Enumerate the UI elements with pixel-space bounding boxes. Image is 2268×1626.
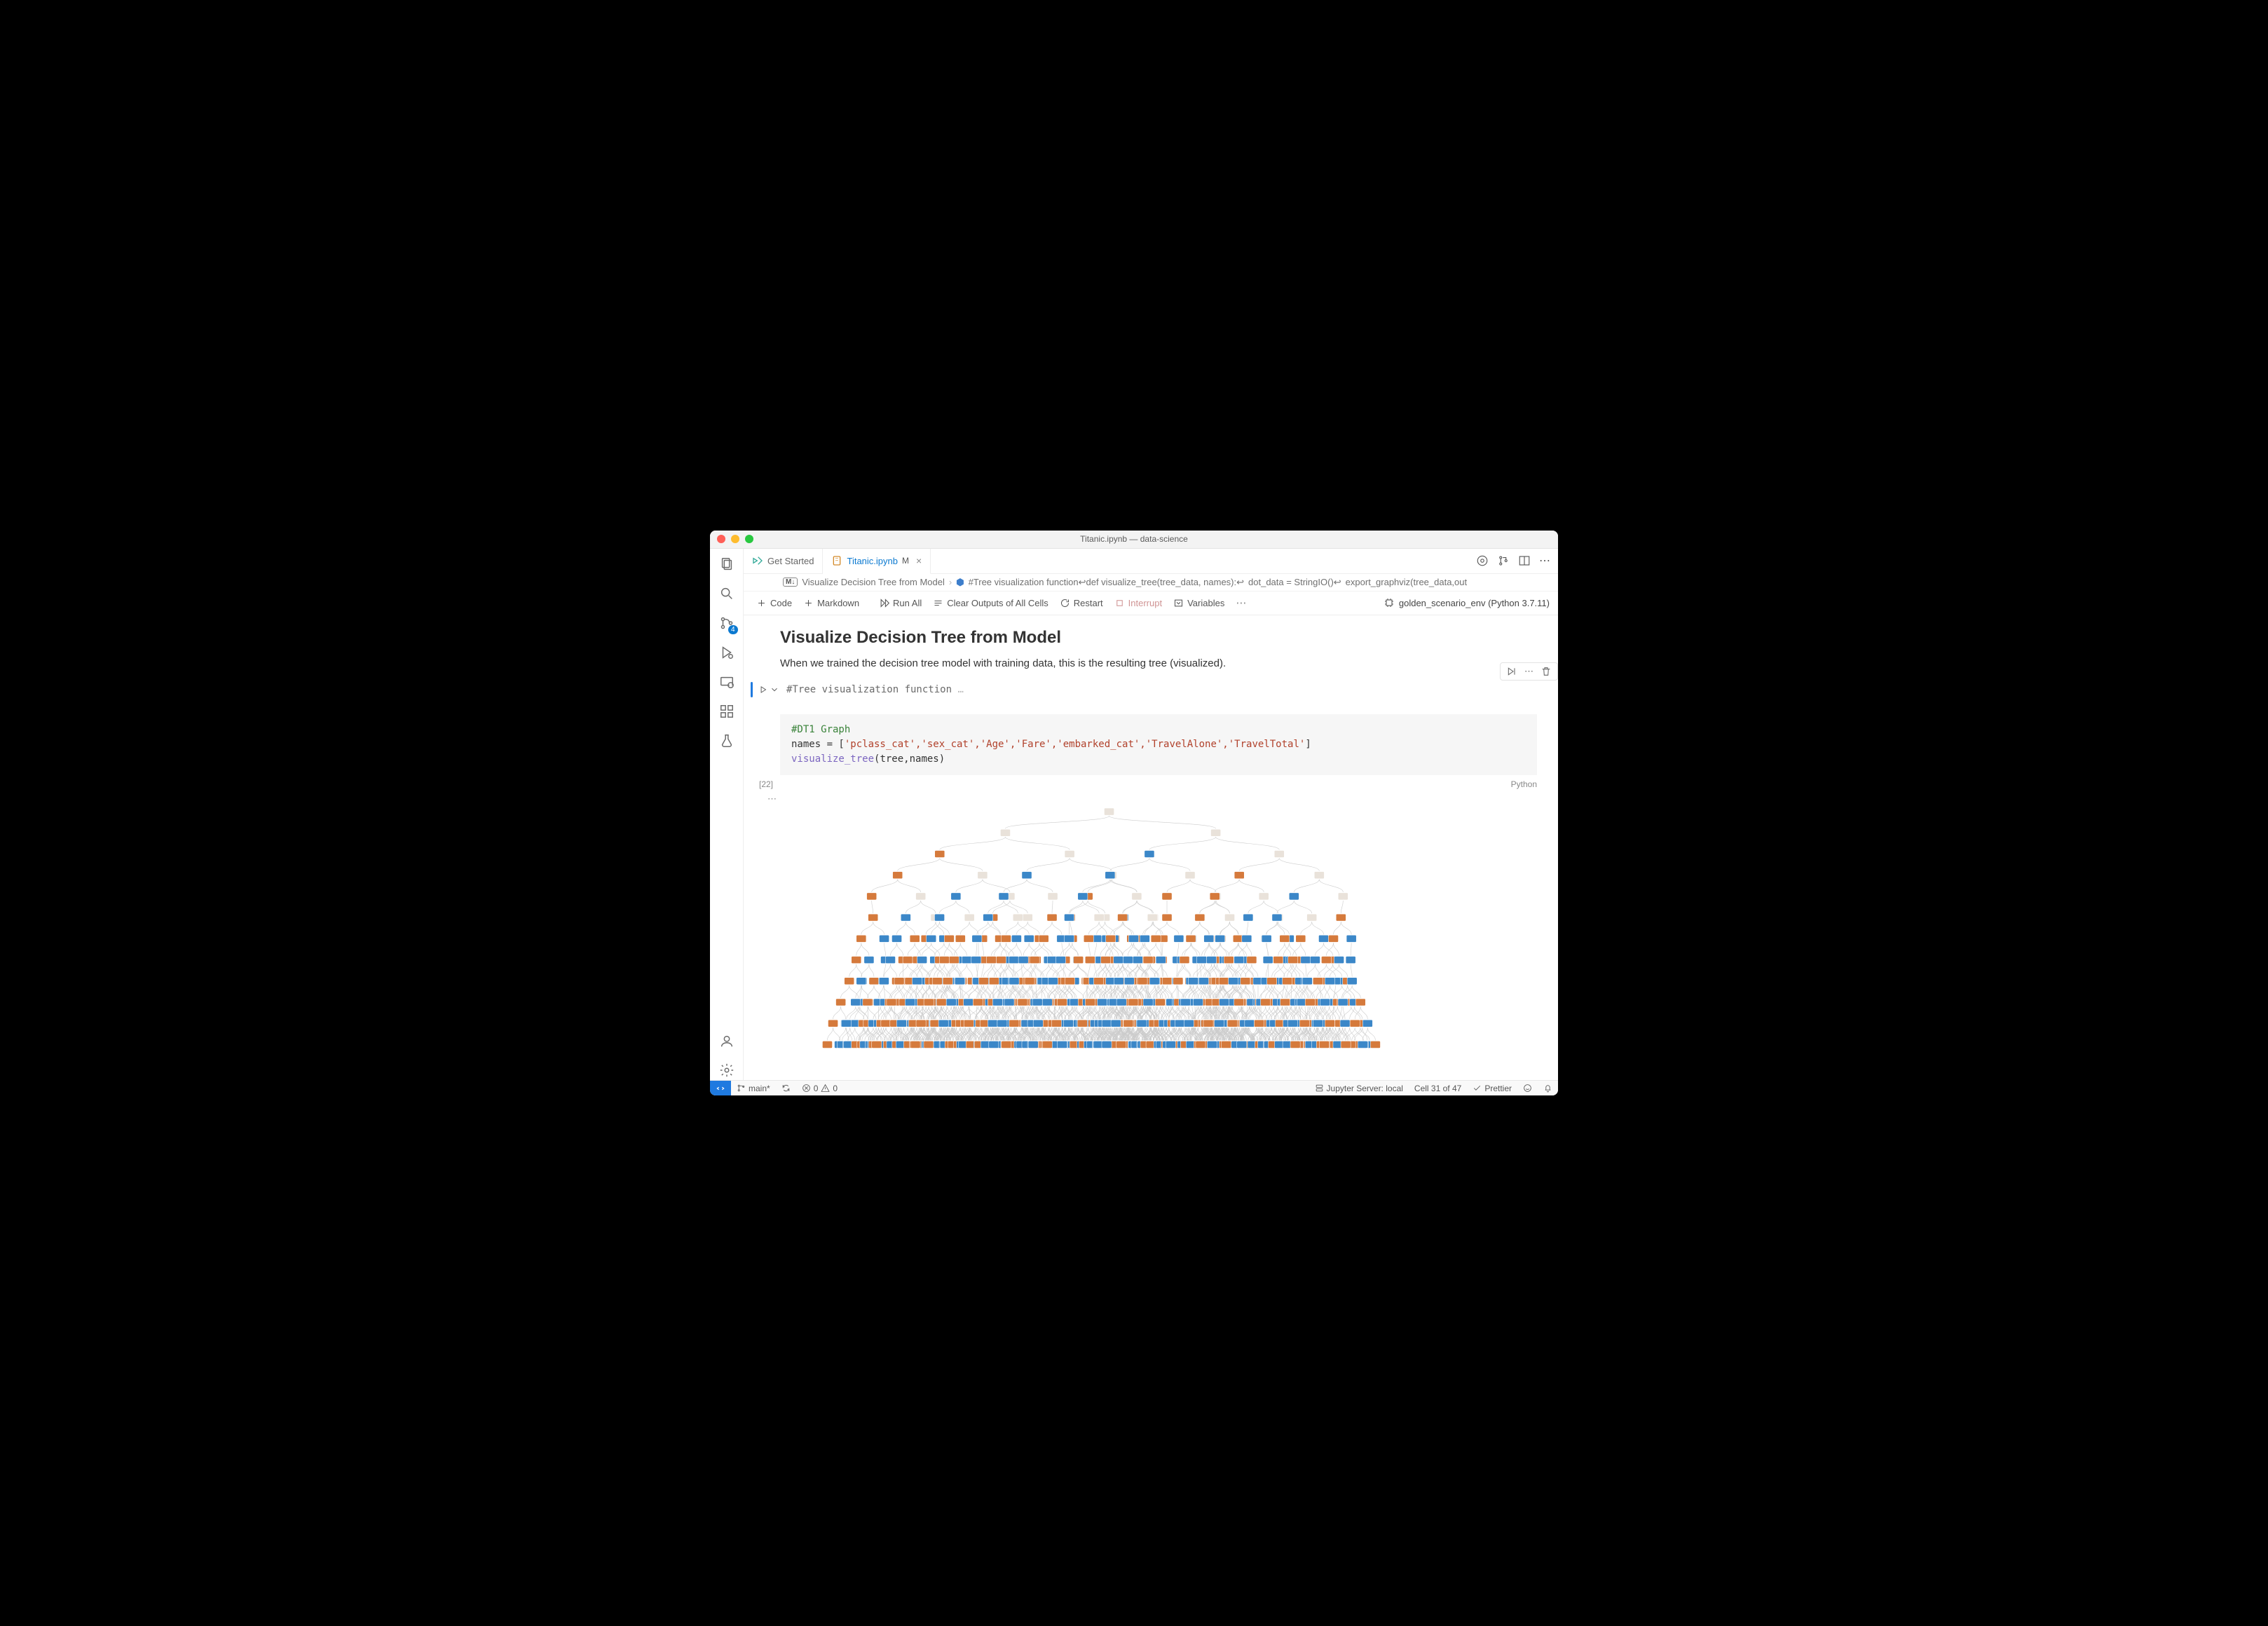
- jupyter-server[interactable]: Jupyter Server: local: [1309, 1084, 1409, 1093]
- restart-button[interactable]: Restart: [1056, 596, 1107, 610]
- python-icon: ⬢: [956, 577, 964, 588]
- feedback-icon[interactable]: [1517, 1084, 1538, 1093]
- vscode-icon: [752, 555, 763, 566]
- window: Titanic.ipynb — data-science 4 Get: [710, 531, 1558, 1096]
- markdown-tag: M↓: [783, 578, 798, 587]
- git-branch[interactable]: main*: [731, 1084, 776, 1093]
- manage-kernels-icon[interactable]: [1476, 554, 1489, 567]
- split-editor-icon[interactable]: [1518, 554, 1531, 567]
- chevron-right-icon: ›: [949, 577, 952, 587]
- tab-label: Titanic.ipynb: [847, 556, 898, 566]
- cell-more-icon[interactable]: ⋯: [1524, 666, 1533, 677]
- cell-language[interactable]: Python: [1511, 779, 1537, 789]
- tab-label: Get Started: [767, 556, 814, 566]
- run-by-line-icon[interactable]: [1506, 666, 1517, 677]
- titlebar: Titanic.ipynb — data-science: [710, 531, 1558, 549]
- run-cell-button[interactable]: [756, 685, 782, 695]
- add-code-button[interactable]: Code: [752, 596, 796, 610]
- section-paragraph: When we trained the decision tree model …: [780, 657, 1537, 669]
- editor-group: Get Started Titanic.ipynb M × ⋯: [744, 549, 1558, 1081]
- source-control-icon[interactable]: 4: [717, 613, 737, 633]
- search-icon[interactable]: [717, 584, 737, 603]
- explorer-icon[interactable]: [717, 554, 737, 574]
- cell-focus-bar: [751, 682, 753, 697]
- remote-indicator[interactable]: [710, 1081, 731, 1095]
- tab-get-started[interactable]: Get Started: [744, 549, 823, 573]
- testing-icon[interactable]: [717, 731, 737, 751]
- accounts-icon[interactable]: [717, 1031, 737, 1051]
- modified-indicator: M: [902, 556, 909, 566]
- problems-errors[interactable]: 0 0: [796, 1084, 843, 1093]
- breadcrumb-rest[interactable]: dot_data = StringIO()↩: [1248, 577, 1341, 588]
- delete-cell-icon[interactable]: [1541, 666, 1552, 677]
- run-debug-icon[interactable]: [717, 643, 737, 662]
- code-cell[interactable]: #DT1 Graph names = ['pclass_cat','sex_ca…: [780, 714, 1537, 775]
- kernel-picker[interactable]: golden_scenario_env (Python 3.7.11): [1384, 597, 1550, 608]
- remote-explorer-icon[interactable]: [717, 672, 737, 692]
- notebook-toolbar: Code Markdown Run All Clear Outputs of A…: [744, 592, 1558, 615]
- more-actions-icon[interactable]: ⋯: [1539, 554, 1551, 568]
- status-bar: main* 0 0 Jupyter Server: local Cell 31 …: [710, 1080, 1558, 1095]
- output-collapse-icon[interactable]: ⋯: [767, 793, 1558, 805]
- notifications-icon[interactable]: [1538, 1084, 1558, 1093]
- kernel-label: golden_scenario_env (Python 3.7.11): [1399, 598, 1550, 608]
- toolbar-more-icon[interactable]: ⋯: [1231, 596, 1251, 609]
- close-icon[interactable]: ×: [916, 555, 922, 566]
- collapsed-code-summary: #Tree visualization function: [786, 684, 952, 695]
- breadcrumb-rest2[interactable]: export_graphviz(tree_data,out: [1346, 577, 1467, 587]
- tab-titanic[interactable]: Titanic.ipynb M ×: [823, 549, 931, 574]
- extensions-icon[interactable]: [717, 702, 737, 721]
- cell-toolbar: ⋯: [1500, 662, 1558, 681]
- execution-count: [22]: [759, 779, 773, 789]
- breadcrumb-func[interactable]: #Tree visualization function↩def visuali…: [969, 577, 1244, 588]
- diff-icon[interactable]: [1497, 554, 1510, 567]
- prettier-status[interactable]: Prettier: [1467, 1084, 1517, 1093]
- run-all-button[interactable]: Run All: [875, 596, 926, 610]
- breadcrumb-section[interactable]: Visualize Decision Tree from Model: [802, 577, 945, 587]
- activity-bar: 4: [710, 549, 744, 1081]
- tree-graph-output: [767, 807, 1544, 1078]
- window-title: Titanic.ipynb — data-science: [710, 534, 1558, 544]
- interrupt-button[interactable]: Interrupt: [1110, 596, 1166, 610]
- cell-position[interactable]: Cell 31 of 47: [1409, 1084, 1467, 1093]
- clear-outputs-button[interactable]: Clear Outputs of All Cells: [929, 596, 1053, 610]
- scm-badge: 4: [728, 625, 738, 634]
- settings-gear-icon[interactable]: [717, 1060, 737, 1080]
- tab-bar: Get Started Titanic.ipynb M × ⋯: [744, 549, 1558, 574]
- add-markdown-button[interactable]: Markdown: [799, 596, 863, 610]
- breadcrumbs[interactable]: M↓ Visualize Decision Tree from Model › …: [744, 574, 1558, 592]
- cell-collapsed[interactable]: #Tree visualization function … ⋯: [751, 682, 1558, 697]
- ellipsis: …: [957, 684, 963, 695]
- sync-icon[interactable]: [776, 1084, 796, 1093]
- notebook-scroll[interactable]: Visualize Decision Tree from Model When …: [744, 615, 1558, 1081]
- variables-button[interactable]: Variables: [1169, 596, 1229, 610]
- notebook-icon: [831, 555, 842, 566]
- section-heading: Visualize Decision Tree from Model: [780, 628, 1537, 648]
